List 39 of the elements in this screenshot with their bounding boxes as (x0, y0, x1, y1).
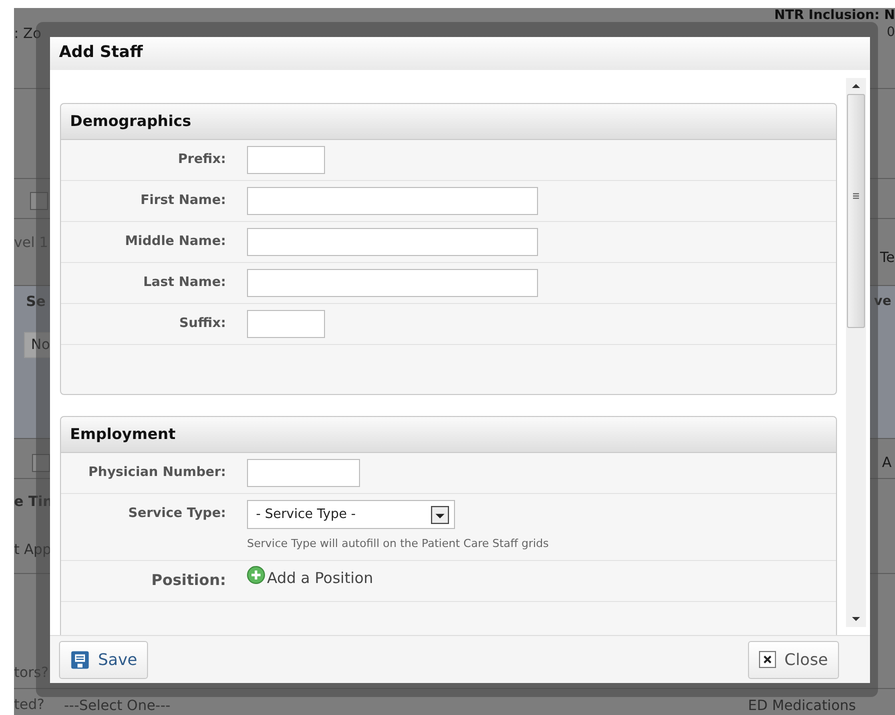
close-button[interactable]: Close (748, 640, 839, 678)
input-field[interactable] (247, 146, 325, 174)
background-label: NTR Inclusion: N (774, 8, 895, 23)
hint-text: Service Type will autofill on the Patient Care Staff grids (247, 537, 549, 552)
field-label: First Name: (140, 192, 226, 208)
input-field[interactable] (247, 187, 538, 215)
dropdown-button[interactable] (32, 454, 50, 472)
plus-circle-icon (247, 566, 265, 584)
background-text: tors? (14, 665, 49, 681)
background-text: A (882, 455, 892, 471)
section-header: Employment (61, 417, 836, 453)
scroll-thumb[interactable] (847, 94, 865, 328)
dropdown-button[interactable] (30, 192, 48, 210)
input-field[interactable] (247, 459, 360, 487)
close-icon (759, 651, 776, 668)
floppy-icon (70, 650, 90, 670)
dialog-title: Add Staff (50, 37, 870, 70)
background-text: ted? (14, 697, 44, 713)
field-label: Suffix: (178, 315, 226, 331)
input-field[interactable] (247, 269, 538, 297)
background-text: t App (14, 542, 52, 558)
input-field[interactable] (247, 310, 325, 338)
field-label: Last Name: (142, 274, 226, 290)
background-label: ve (874, 294, 892, 309)
field-label: Service Type: (127, 505, 226, 521)
service-type-dropdown[interactable]: - Service Type - (247, 500, 455, 529)
background-text: 0 (886, 25, 895, 40)
field-label: Prefix: (177, 151, 226, 167)
background-text: Te (880, 250, 895, 266)
add-position-link[interactable]: Add a Position (247, 567, 374, 587)
background-label: Se (26, 294, 46, 310)
background-text: ED Medications (748, 698, 856, 714)
input-field[interactable] (247, 228, 538, 256)
field-label: Physician Number: (87, 464, 226, 480)
field-label: Position: (150, 570, 226, 589)
section-header: Demographics (61, 104, 836, 140)
field-label: Middle Name: (124, 233, 226, 249)
background-text: : Zo (14, 26, 42, 42)
save-button[interactable]: Save (59, 640, 148, 678)
